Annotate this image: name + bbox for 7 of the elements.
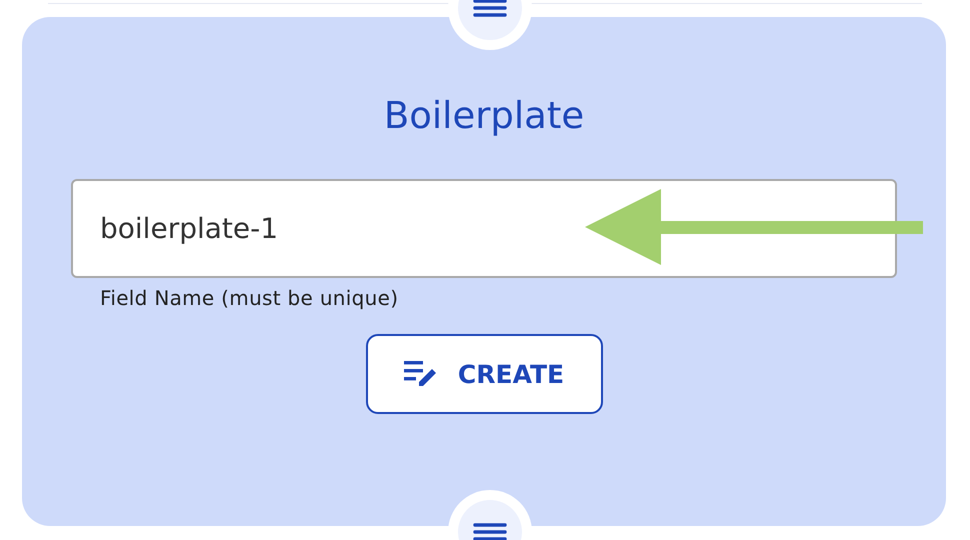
menu-icon — [473, 523, 507, 540]
create-button[interactable]: CREATE — [366, 334, 602, 414]
menu-icon — [473, 0, 507, 17]
helper-text: Field Name (must be unique) — [100, 286, 398, 310]
card-title: Boilerplate — [384, 93, 584, 139]
edit-note-icon — [404, 359, 438, 389]
input-field[interactable]: boilerplate-1 — [71, 179, 897, 278]
